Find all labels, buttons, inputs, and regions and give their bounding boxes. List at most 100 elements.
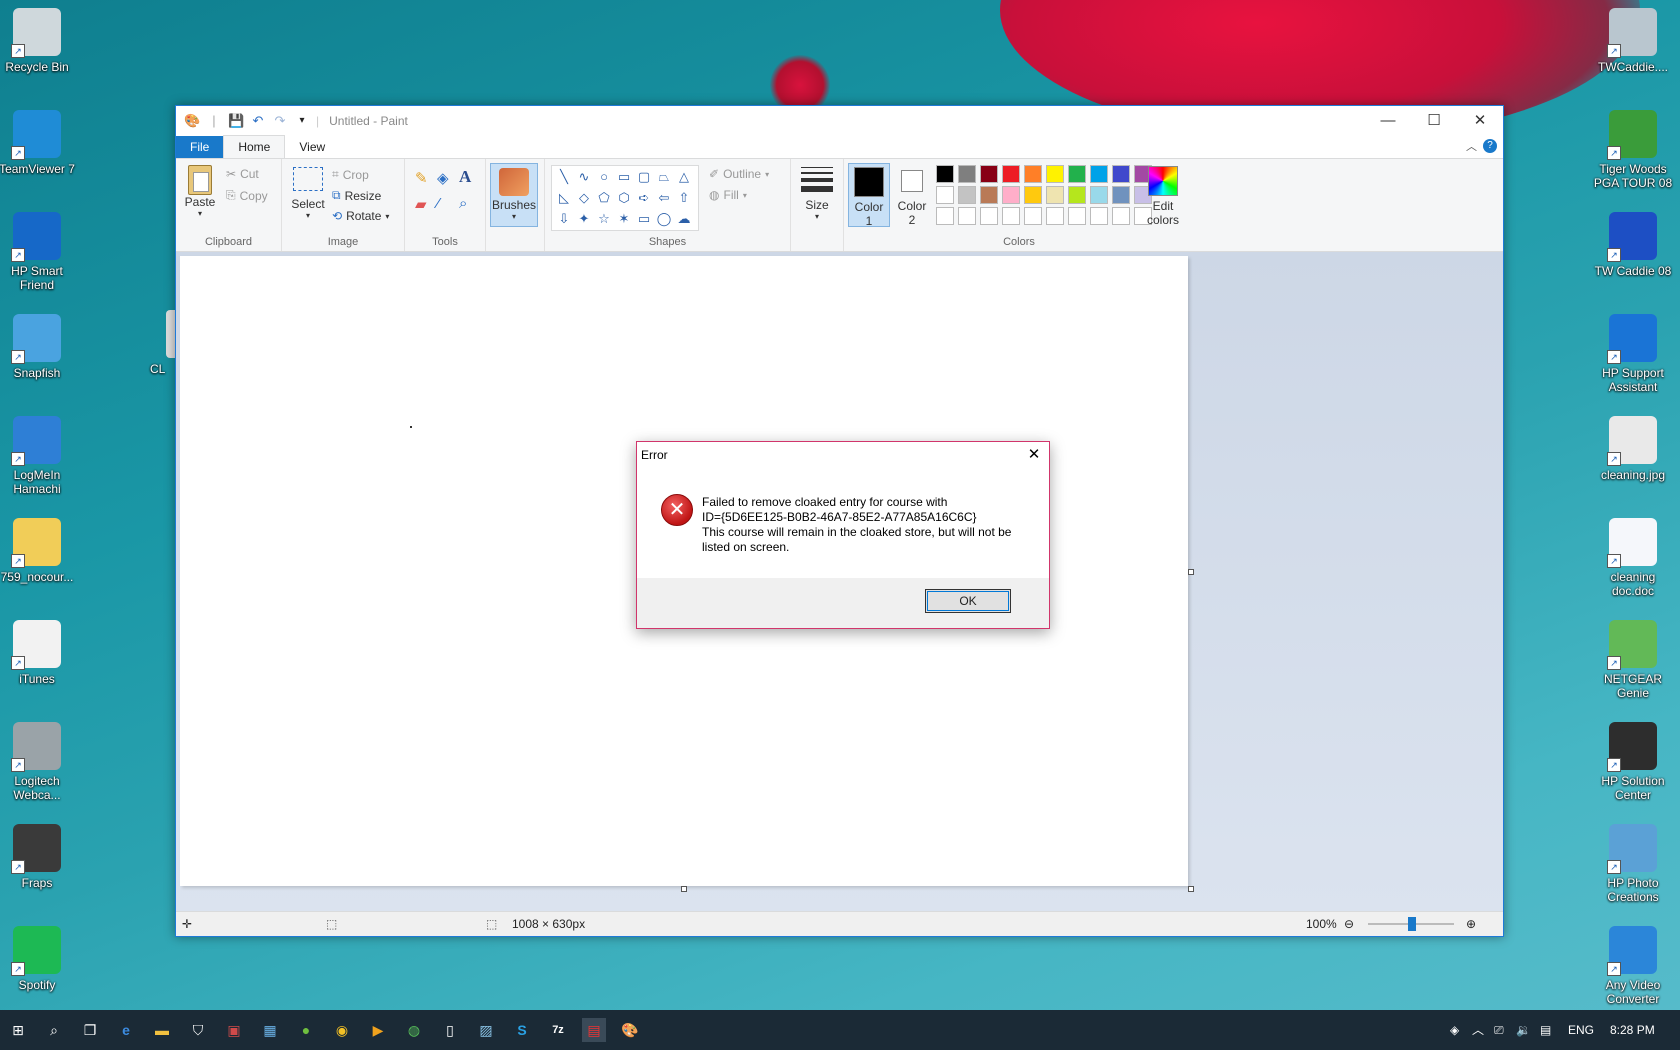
color-swatch[interactable]: [1090, 186, 1108, 204]
color-swatch[interactable]: [1024, 186, 1042, 204]
minimize-ribbon-icon[interactable]: ︿: [1466, 138, 1477, 154]
action-center-icon[interactable]: ▤: [1540, 1010, 1551, 1050]
shape-tool[interactable]: ☁: [674, 209, 694, 229]
color-swatch[interactable]: [1046, 186, 1064, 204]
color2-button[interactable]: Color 2: [892, 163, 932, 227]
rotate-button[interactable]: ⟲ Rotate ▾: [332, 209, 389, 223]
start-icon[interactable]: ⊞: [6, 1018, 30, 1042]
desktop-icon[interactable]: ↗ cleaning.jpg: [1593, 416, 1673, 482]
caddie-icon[interactable]: ▤: [582, 1018, 606, 1042]
desktop-icon[interactable]: ↗ Logitech Webca...: [0, 722, 77, 802]
7zip-icon[interactable]: 7z: [546, 1018, 570, 1042]
desktop-icon[interactable]: ↗ HP Photo Creations: [1593, 824, 1673, 904]
color-swatch[interactable]: [1002, 165, 1020, 183]
color-swatch[interactable]: [936, 165, 954, 183]
skype-icon[interactable]: S: [510, 1018, 534, 1042]
shape-tool[interactable]: ⇩: [554, 209, 574, 229]
help-icon[interactable]: ?: [1483, 139, 1497, 153]
shape-tool[interactable]: ⏢: [654, 167, 674, 187]
shape-tool[interactable]: ▭: [634, 209, 654, 229]
language-indicator[interactable]: ENG: [1568, 1010, 1594, 1050]
tray-app-icon[interactable]: ◈: [1450, 1010, 1459, 1050]
customize-qa-icon[interactable]: ▾: [294, 113, 310, 129]
color-swatch[interactable]: [980, 207, 998, 225]
color-swatch[interactable]: [1024, 165, 1042, 183]
copy-button[interactable]: ⎘ Copy: [226, 188, 268, 203]
shape-tool[interactable]: ◺: [554, 188, 574, 208]
color-swatch[interactable]: [1090, 207, 1108, 225]
task-view-icon[interactable]: ❐: [78, 1018, 102, 1042]
paint-titlebar[interactable]: 🎨 | 💾 ↶ ↷ ▾ | Untitled - Paint — ☐ ✕: [176, 106, 1503, 136]
media-icon[interactable]: ▶: [366, 1018, 390, 1042]
network-icon[interactable]: ⎚: [1494, 1010, 1504, 1050]
desktop-icon[interactable]: ↗ HP Solution Center: [1593, 722, 1673, 802]
volume-icon[interactable]: 🔉: [1516, 1010, 1531, 1050]
paint-app-icon[interactable]: 🎨: [184, 113, 200, 129]
maximize-button[interactable]: ☐: [1411, 106, 1457, 136]
color-swatch[interactable]: [1002, 186, 1020, 204]
color-swatch[interactable]: [1090, 165, 1108, 183]
undo-icon[interactable]: ↶: [250, 113, 266, 129]
dialog-titlebar[interactable]: Error ✕: [637, 442, 1049, 468]
shape-tool[interactable]: △: [674, 167, 694, 187]
ok-button[interactable]: OK: [925, 589, 1011, 613]
save-icon[interactable]: 💾: [228, 113, 244, 129]
search-icon[interactable]: ⌕: [42, 1018, 66, 1042]
color-swatch[interactable]: [958, 165, 976, 183]
zoom-slider-thumb[interactable]: [1408, 917, 1416, 931]
color-swatch[interactable]: [1024, 207, 1042, 225]
minimize-button[interactable]: —: [1365, 106, 1411, 136]
app-icon-3[interactable]: ●: [294, 1018, 318, 1042]
desktop-icon[interactable]: ↗ Recycle Bin: [0, 8, 77, 74]
fill-button[interactable]: ◍ Fill ▾: [709, 188, 747, 202]
shape-tool[interactable]: ▢: [634, 167, 654, 187]
color-swatch[interactable]: [958, 186, 976, 204]
color-picker-icon[interactable]: ⁄: [437, 195, 440, 212]
edit-colors-button[interactable]: Edit colors: [1140, 163, 1186, 227]
desktop-icon[interactable]: ↗ Snapfish: [0, 314, 77, 380]
desktop-icon[interactable]: ↗ LogMeIn Hamachi: [0, 416, 77, 496]
desktop-icon[interactable]: ↗ 759_nocour...: [0, 518, 77, 584]
color-swatch[interactable]: [1046, 165, 1064, 183]
color-swatch[interactable]: [1068, 186, 1086, 204]
app-icon-2[interactable]: ▦: [258, 1018, 282, 1042]
brushes-button[interactable]: Brushes ▾: [490, 163, 538, 227]
crop-button[interactable]: ⌗ Crop: [332, 167, 369, 182]
shape-tool[interactable]: ⬡: [614, 188, 634, 208]
desktop-icon[interactable]: ↗ cleaning doc.doc: [1593, 518, 1673, 598]
app-icon-1[interactable]: ▣: [222, 1018, 246, 1042]
desktop-icon[interactable]: ↗ TWCaddie....: [1593, 8, 1673, 74]
size-button[interactable]: Size ▾: [799, 167, 835, 221]
color1-button[interactable]: Color 1: [848, 163, 890, 228]
resize-handle-corner[interactable]: [1188, 886, 1194, 892]
tab-file[interactable]: File: [176, 136, 224, 158]
file-explorer-icon[interactable]: ▬: [150, 1018, 174, 1042]
select-button[interactable]: Select ▾: [290, 167, 326, 220]
color-swatch[interactable]: [1112, 207, 1130, 225]
cut-button[interactable]: ✂ Cut: [226, 167, 259, 181]
color-swatch[interactable]: [936, 207, 954, 225]
text-tool-icon[interactable]: A: [459, 167, 471, 187]
chrome-icon[interactable]: ◉: [330, 1018, 354, 1042]
magnifier-icon[interactable]: ⌕: [459, 195, 467, 212]
desktop-icon[interactable]: ↗ NETGEAR Genie: [1593, 620, 1673, 700]
shape-tool[interactable]: ⇦: [654, 188, 674, 208]
shape-tool[interactable]: ○: [594, 167, 614, 187]
show-hidden-icons[interactable]: ︿: [1472, 1010, 1484, 1050]
fill-bucket-icon[interactable]: ◈: [437, 169, 449, 187]
zoom-out-button[interactable]: ⊖: [1344, 912, 1354, 936]
resize-handle-right[interactable]: [1188, 569, 1194, 575]
color-swatch[interactable]: [1046, 207, 1064, 225]
desktop-icon[interactable]: ↗ HP Support Assistant: [1593, 314, 1673, 394]
desktop-icon[interactable]: ↗ iTunes: [0, 620, 77, 686]
tab-home[interactable]: Home: [223, 135, 286, 158]
color-swatch[interactable]: [1112, 186, 1130, 204]
error-dialog[interactable]: Error ✕ ✕ Failed to remove cloaked entry…: [636, 441, 1050, 629]
zoom-in-button[interactable]: ⊕: [1466, 912, 1476, 936]
photo-icon[interactable]: ▨: [474, 1018, 498, 1042]
shape-tool[interactable]: ✦: [574, 209, 594, 229]
paint-taskbar-icon[interactable]: 🎨: [618, 1018, 642, 1042]
color-swatch[interactable]: [980, 186, 998, 204]
color-swatch[interactable]: [980, 165, 998, 183]
app-icon-4[interactable]: ◍: [402, 1018, 426, 1042]
